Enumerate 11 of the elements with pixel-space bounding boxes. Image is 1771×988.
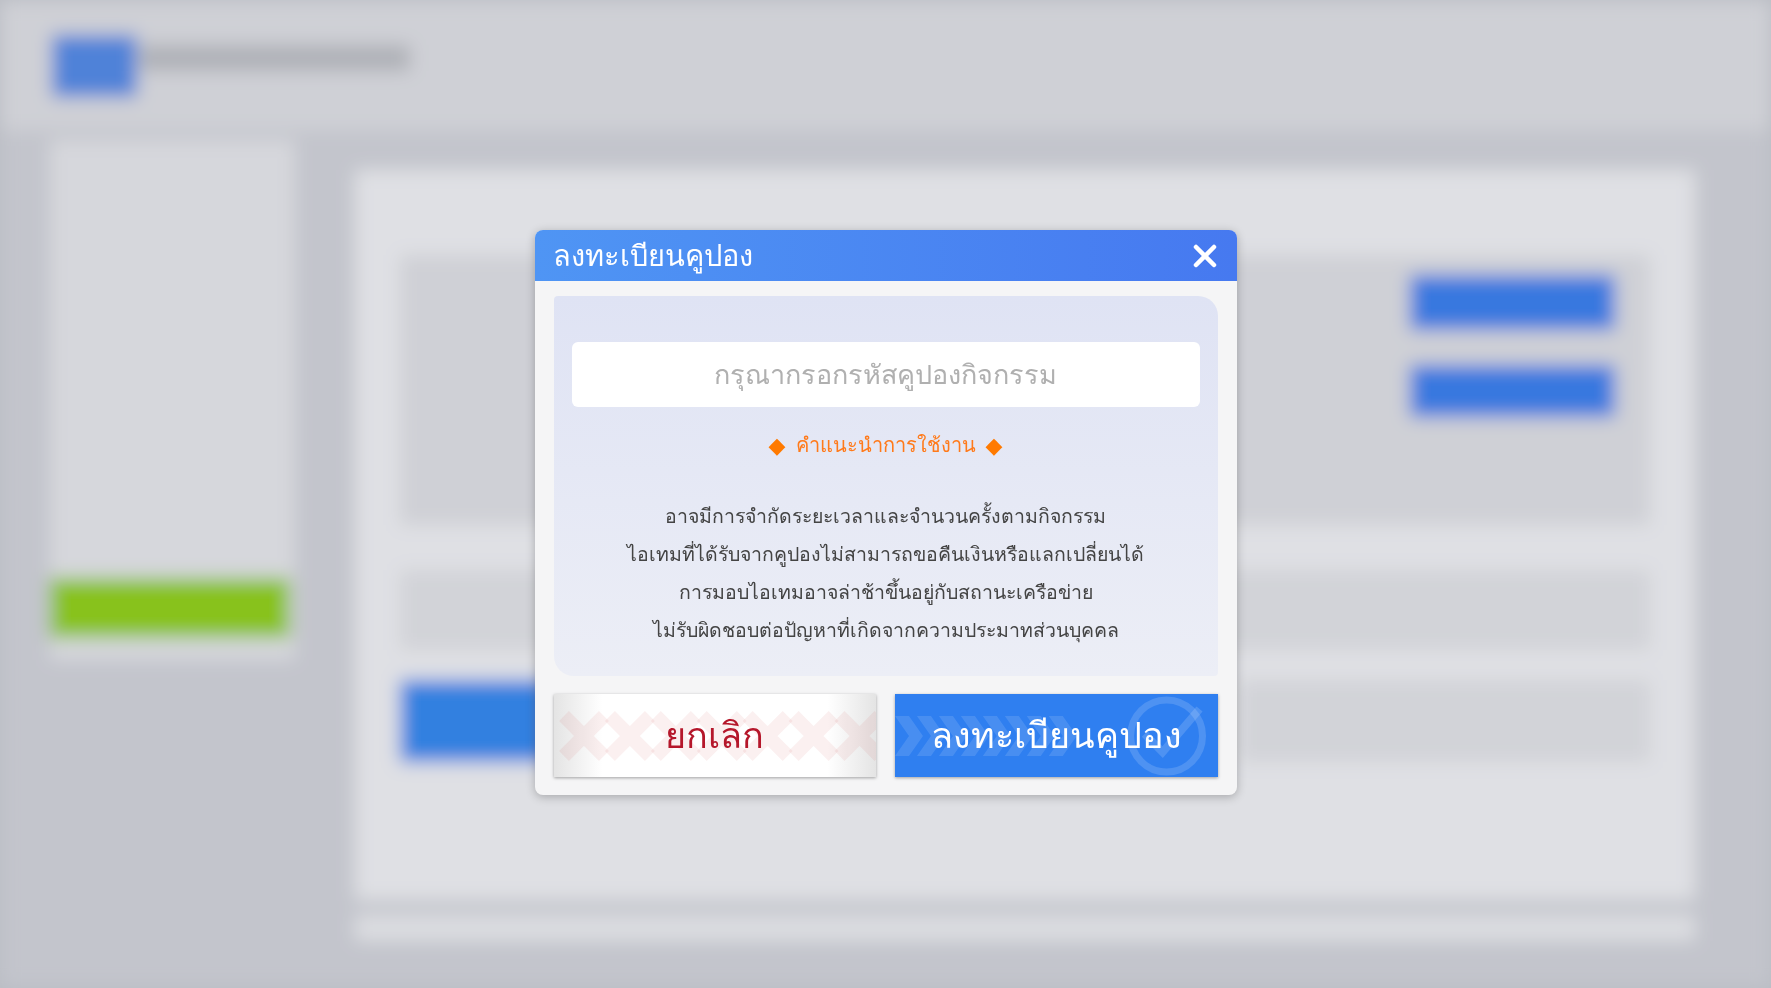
usage-note: การมอบไอเทมอาจล่าช้าขึ้นอยู่กับสถานะเครือข่าย [678,577,1093,608]
cancel-button[interactable]: ยกเลิก [553,694,876,777]
diamond-icon: ◆ [985,432,1003,458]
diamond-icon: ◆ [768,432,786,458]
usage-note: ไม่รับผิดชอบต่อปัญหาที่เกิดจากความประมาทส่วนบุคคล [652,616,1119,645]
dialog-title: ลงทะเบียนคูปอง [552,237,753,276]
coupon-code-field[interactable]: กรุณากรอกรหัสคูปองกิจกรรม [571,342,1200,407]
guide-heading: คำแนะนำการใช้งาน [795,432,976,459]
usage-note: ไอเทมที่ได้รับจากคูปองไม่สามารถขอคืนเงินหรือแลกเปลี่ยนได้ [627,540,1144,569]
register-button[interactable]: ลงทะเบียนคูปอง [895,694,1218,777]
usage-note: อาจมีการจำกัดระยะเวลาและจำนวนครั้งตามกิจกรรม [665,501,1106,532]
